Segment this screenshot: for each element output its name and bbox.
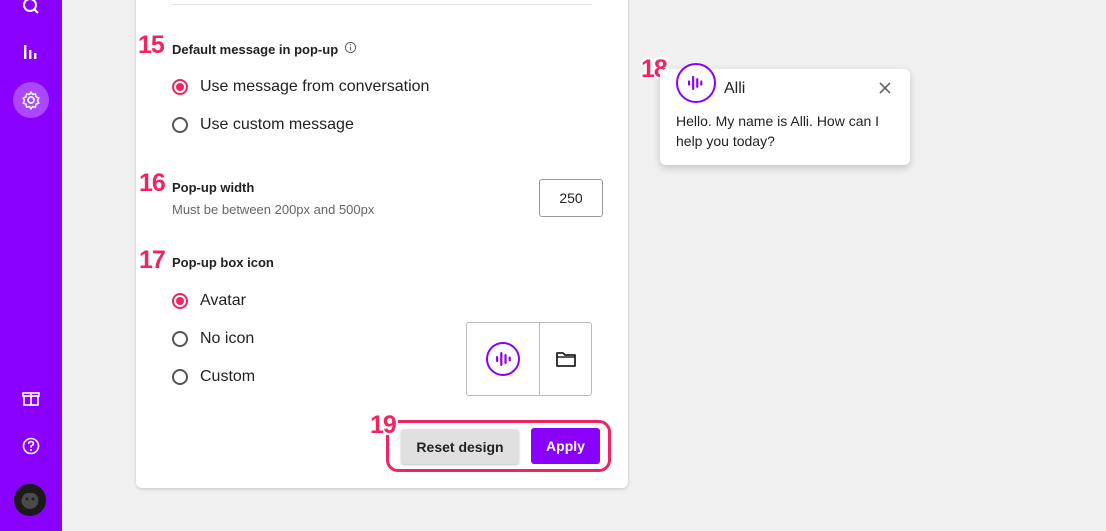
reset-design-button[interactable]: Reset design xyxy=(401,429,519,464)
apply-button[interactable]: Apply xyxy=(531,428,600,464)
popup-icon-title: Pop-up box icon xyxy=(172,255,274,270)
alli-logo-icon xyxy=(486,342,520,376)
radio-icon-custom[interactable]: Custom xyxy=(172,368,255,386)
radio-button[interactable] xyxy=(172,293,188,309)
sidebar xyxy=(0,0,62,531)
upload-icon-button[interactable] xyxy=(540,323,591,395)
step-label: 19 xyxy=(370,411,397,439)
popup-avatar xyxy=(676,63,716,103)
default-message-title: Default message in pop-up xyxy=(172,41,357,57)
step-label: 17 xyxy=(139,246,166,274)
radio-button[interactable] xyxy=(172,331,188,347)
radio-use-custom-message[interactable]: Use custom message xyxy=(172,116,354,134)
alli-logo-icon xyxy=(688,75,703,91)
settings-icon[interactable] xyxy=(13,82,49,118)
radio-button[interactable] xyxy=(172,369,188,385)
popup-width-input[interactable] xyxy=(539,179,603,217)
icon-preview-box xyxy=(466,322,592,396)
close-icon[interactable] xyxy=(878,81,892,95)
user-avatar[interactable] xyxy=(14,484,46,516)
bar-chart-icon[interactable] xyxy=(13,34,49,70)
popup-width-hint: Must be between 200px and 500px xyxy=(172,202,375,217)
help-icon[interactable] xyxy=(13,428,49,464)
radio-use-conversation-message[interactable]: Use message from conversation xyxy=(172,78,429,96)
popup-message: Hello. My name is Alli. How can I help y… xyxy=(676,113,880,149)
radio-icon-avatar[interactable]: Avatar xyxy=(172,292,246,310)
radio-button[interactable] xyxy=(172,79,188,95)
folder-icon xyxy=(555,352,576,367)
icon-preview xyxy=(467,323,540,395)
popup-bot-name: Alli xyxy=(724,80,746,97)
search-icon[interactable] xyxy=(13,0,49,24)
info-icon[interactable] xyxy=(344,41,357,57)
divider xyxy=(172,4,592,5)
radio-icon-none[interactable]: No icon xyxy=(172,330,254,348)
popup-width-title: Pop-up width xyxy=(172,180,255,195)
gift-icon[interactable] xyxy=(13,380,49,416)
radio-button[interactable] xyxy=(172,117,188,133)
step-label: 16 xyxy=(139,169,166,197)
step-label: 15 xyxy=(138,31,165,59)
